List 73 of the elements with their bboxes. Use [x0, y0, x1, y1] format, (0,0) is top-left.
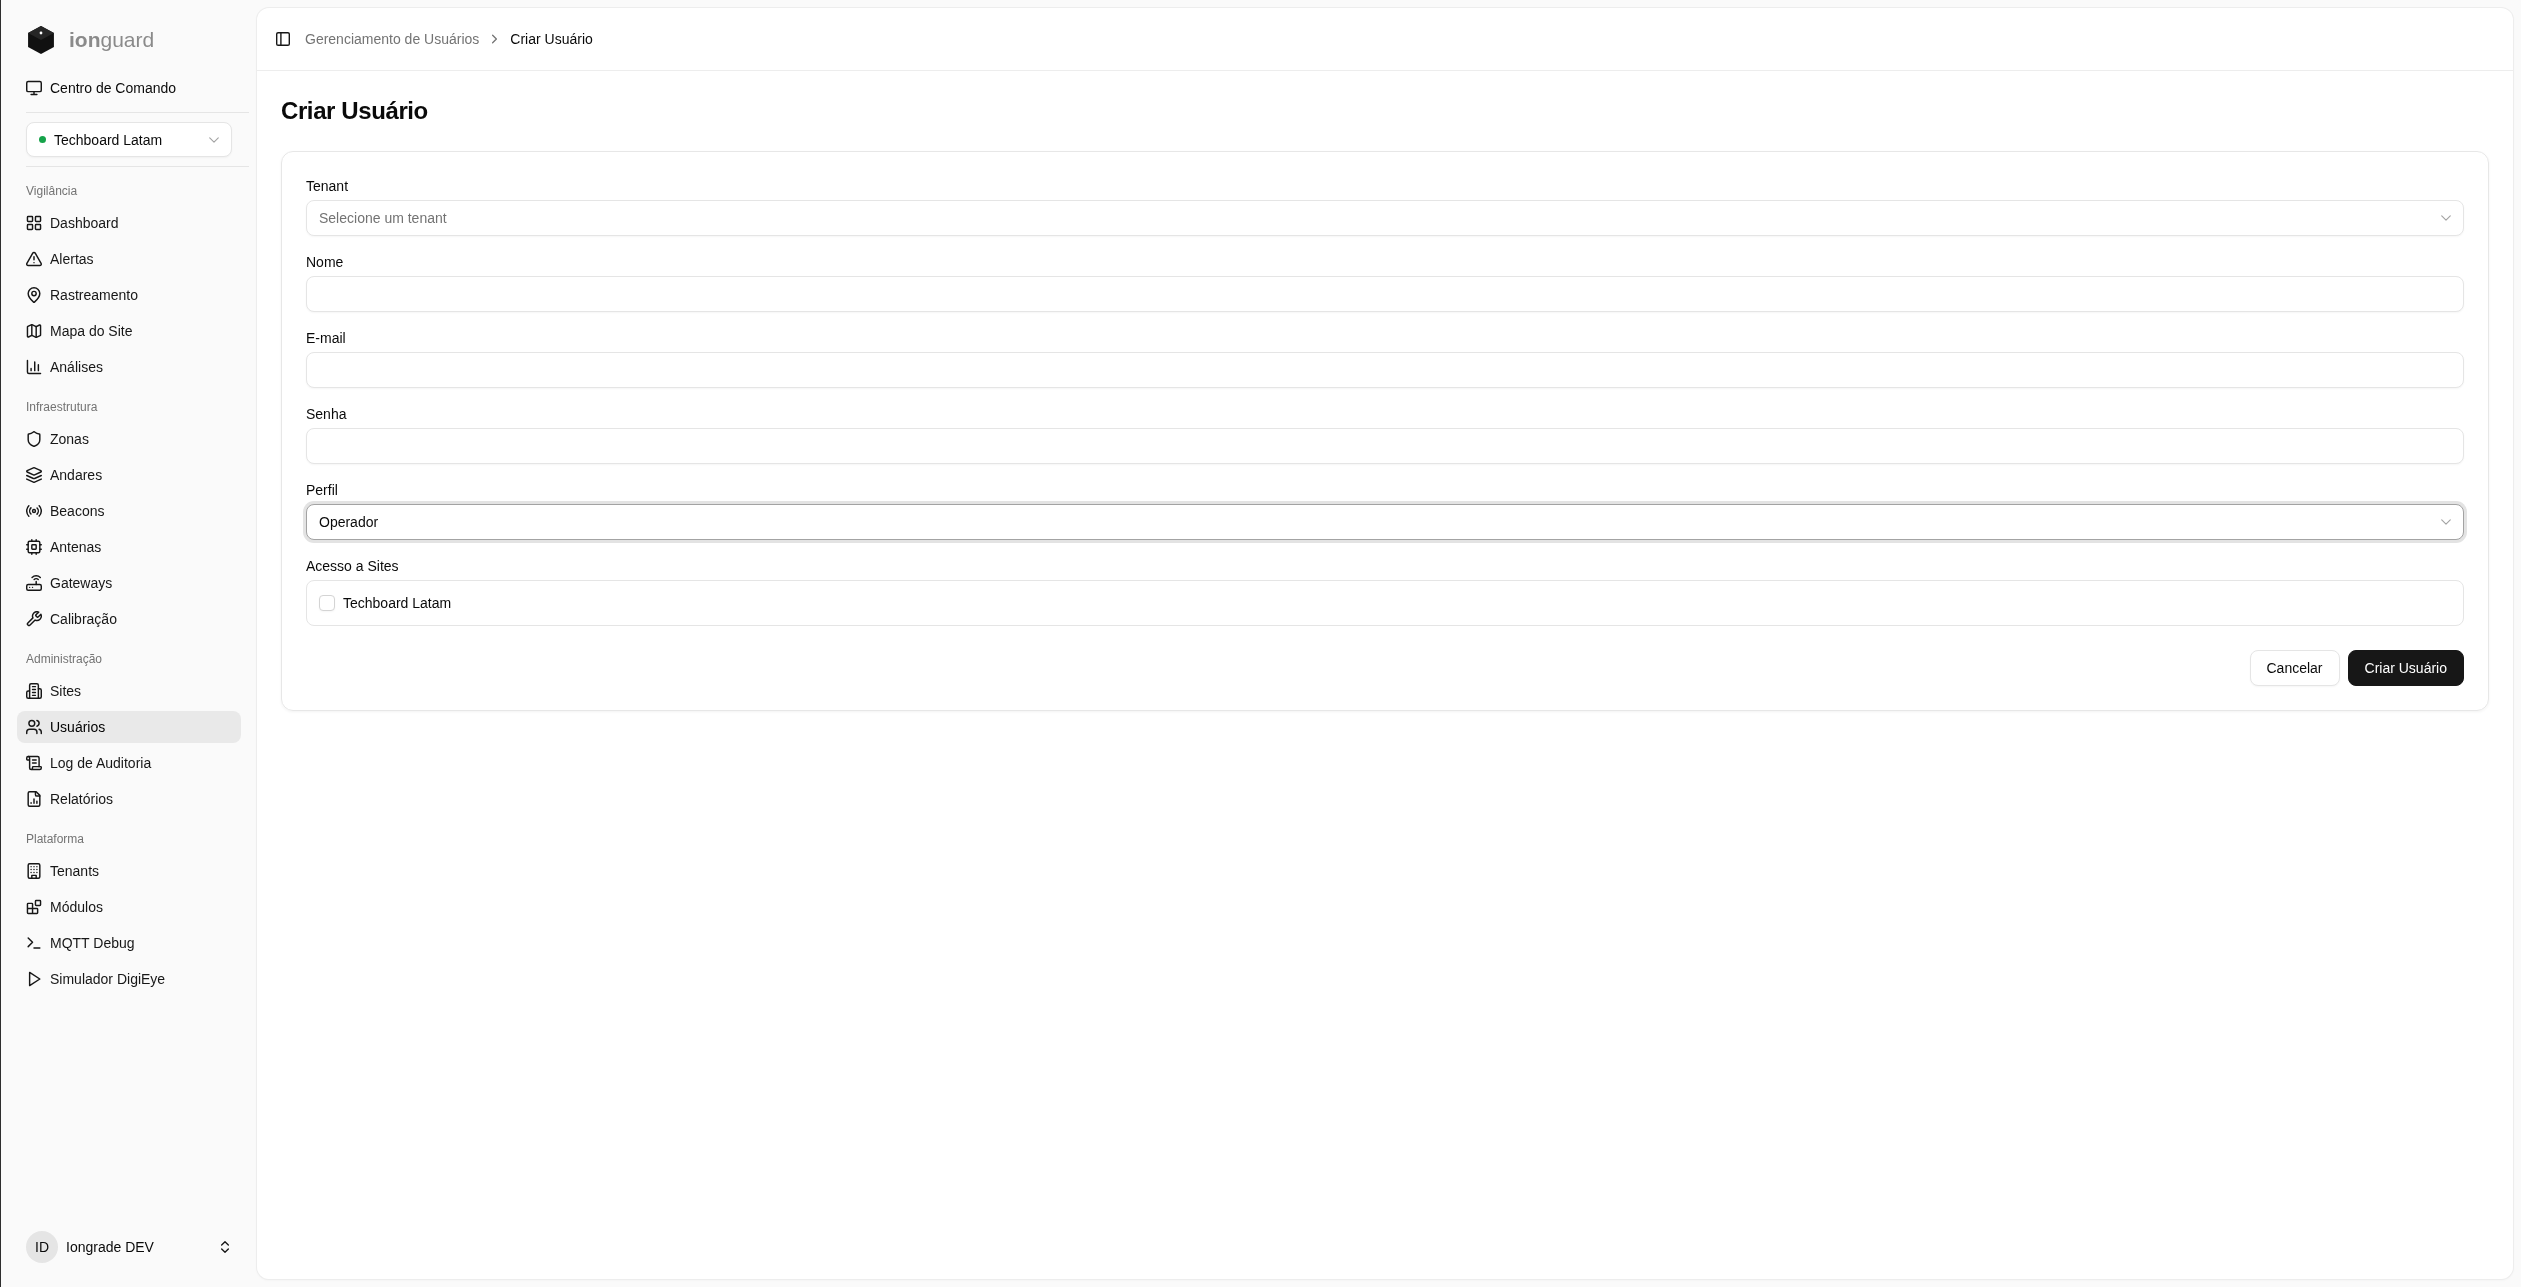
breadcrumb-link[interactable]: Gerenciamento de Usuários: [305, 31, 480, 47]
nav-item[interactable]: Usuários: [17, 711, 241, 743]
broadcast-icon: [26, 503, 42, 519]
bar-chart-icon: [26, 359, 42, 375]
users-icon: [26, 719, 42, 735]
building-icon: [26, 683, 42, 699]
cancel-button[interactable]: Cancelar: [2249, 650, 2340, 686]
field-label: Perfil: [306, 481, 338, 500]
cube-logo-icon: [27, 26, 55, 54]
nav-item[interactable]: Relatórios: [17, 783, 241, 815]
nav-item[interactable]: Zonas: [17, 423, 241, 455]
blocks-icon: [26, 899, 42, 915]
nav-item[interactable]: Beacons: [17, 495, 241, 527]
brand-name: ionguard: [69, 28, 155, 52]
terminal-icon: [26, 935, 42, 951]
warning-icon: [26, 251, 42, 267]
input-field[interactable]: [306, 352, 2464, 388]
chevrons-up-down-icon[interactable]: [221, 1241, 229, 1253]
checkbox-label: Techboard Latam: [343, 594, 452, 612]
nav-item[interactable]: Simulador DigiEye: [17, 963, 241, 995]
play-icon: [26, 971, 42, 987]
chip-icon: [26, 539, 42, 555]
create-button[interactable]: Criar Usuário: [2347, 650, 2464, 686]
office-building-icon: [26, 863, 42, 879]
checkbox[interactable]: [319, 595, 335, 611]
input-field[interactable]: [306, 276, 2464, 312]
nav-item[interactable]: Análises: [17, 351, 241, 383]
command-center-link[interactable]: Centro de Comando: [26, 72, 177, 104]
nav-item[interactable]: Mapa do Site: [17, 315, 241, 347]
layers-icon: [26, 467, 42, 483]
nav-group-label: Infraestrutura: [25, 399, 99, 416]
nav-item[interactable]: Log de Auditoria: [17, 747, 241, 779]
page-title: Criar Usuário: [281, 96, 428, 126]
nav-group-label: Administração: [25, 651, 104, 668]
nav-item[interactable]: MQTT Debug: [17, 927, 241, 959]
field-label: Acesso a Sites: [306, 557, 399, 576]
router-icon: [26, 575, 42, 591]
nav-group-label: Plataforma: [25, 831, 86, 848]
chevron-down-icon: [209, 136, 219, 143]
nav-group-label: Vigilância: [25, 183, 79, 200]
monitor-icon: [26, 80, 42, 96]
nav-item[interactable]: Módulos: [17, 891, 241, 923]
file-chart-icon: [26, 791, 42, 807]
nav-item[interactable]: Sites: [17, 675, 241, 707]
sidebar-toggle-icon[interactable]: [276, 32, 290, 46]
nav-item[interactable]: Gateways: [17, 567, 241, 599]
chevron-down-icon: [2441, 519, 2451, 525]
wrench-icon: [26, 611, 42, 627]
shield-icon: [26, 431, 42, 447]
nav-item[interactable]: Antenas: [17, 531, 241, 563]
select-field[interactable]: Operador: [306, 504, 2464, 540]
nav-item[interactable]: Tenants: [17, 855, 241, 887]
scroll-icon: [26, 755, 42, 771]
nav-item[interactable]: Andares: [17, 459, 241, 491]
chevron-right-icon: [492, 34, 498, 44]
field-label: Tenant: [306, 177, 349, 196]
chevron-down-icon: [2441, 215, 2451, 221]
user-name: Iongrade DEV: [66, 1239, 154, 1255]
input-field[interactable]: [306, 428, 2464, 464]
select-field[interactable]: Selecione um tenant: [306, 200, 2464, 236]
nav-item[interactable]: Dashboard: [17, 207, 241, 239]
field-label: Nome: [306, 253, 344, 272]
field-label: E-mail: [306, 329, 346, 348]
nav-item[interactable]: Calibração: [17, 603, 241, 635]
nav-item[interactable]: Rastreamento: [17, 279, 241, 311]
breadcrumb-current: Criar Usuário: [510, 31, 593, 47]
avatar: ID: [26, 1231, 58, 1263]
grid-icon: [26, 215, 42, 231]
nav-item[interactable]: Alertas: [17, 243, 241, 275]
site-switcher[interactable]: Techboard Latam: [26, 122, 232, 157]
location-pin-icon: [26, 287, 42, 303]
map-icon: [26, 323, 42, 339]
field-label: Senha: [306, 405, 347, 424]
